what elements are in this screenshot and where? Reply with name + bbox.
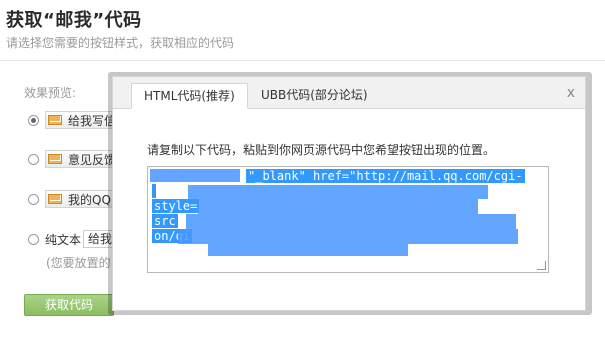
option-my-qq[interactable]: 我的QQ [28, 190, 118, 208]
code-dialog: HTML代码(推荐) UBB代码(部分论坛) x 请复制以下代码，粘贴到你网页源… [112, 76, 586, 311]
envelope-icon [48, 154, 62, 164]
mail-button-preview: 我的QQ [45, 190, 118, 208]
header-divider [0, 60, 605, 61]
redacted-block [178, 229, 518, 244]
get-code-button[interactable]: 获取代码 [24, 294, 114, 316]
radio[interactable] [28, 193, 39, 205]
redacted-block [208, 244, 408, 256]
page-subtitle: 请选择您需要的按钮样式，获取相应的代码 [6, 36, 235, 50]
radio[interactable] [28, 153, 39, 165]
redacted-block [198, 199, 478, 214]
note-text: (您要放置的 [46, 256, 111, 270]
code-textarea[interactable]: "_blank" href="http://mail.qq.com/cgi- s… [147, 166, 549, 273]
preview-label: 效果预览: [24, 86, 77, 100]
mail-button-label: 我的QQ [68, 192, 111, 207]
radio-selected[interactable] [28, 114, 39, 126]
redacted-block [150, 169, 240, 182]
page-title: 获取“邮我”代码 [6, 10, 142, 31]
resize-handle[interactable] [537, 261, 546, 270]
redacted-block [188, 185, 488, 199]
plain-text-label: 纯文本 [45, 232, 82, 247]
radio[interactable] [28, 233, 39, 245]
instruction-text: 请复制以下代码，粘贴到你网页源代码中您希望按钮出现的位置。 [147, 143, 496, 157]
redacted-block [186, 214, 516, 229]
close-icon[interactable]: x [567, 85, 575, 101]
tab-ubb[interactable]: UBB代码(部分论坛) [249, 83, 380, 109]
envelope-icon [48, 194, 62, 204]
tab-bar: HTML代码(推荐) UBB代码(部分论坛) x [113, 77, 585, 109]
tab-html[interactable]: HTML代码(推荐) [131, 83, 248, 109]
envelope-icon [48, 115, 62, 125]
